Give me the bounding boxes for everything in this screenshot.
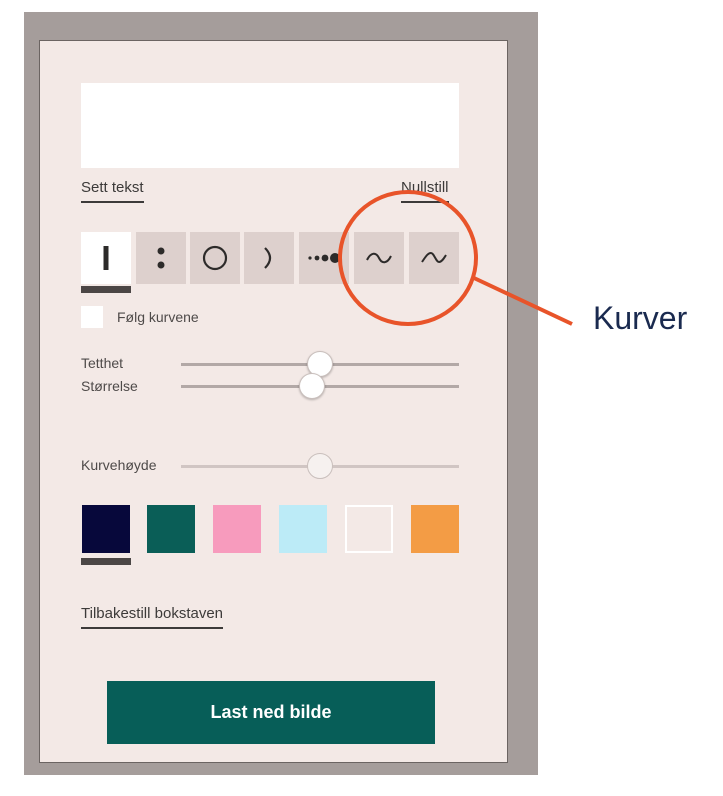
reset-letter-link[interactable]: Tilbakestill bokstaven: [81, 605, 224, 629]
peak-icon: [421, 251, 447, 264]
two-dots-icon: [157, 247, 165, 269]
color-swatch-pink[interactable]: [213, 505, 261, 553]
arc-icon: [264, 247, 272, 269]
tool-arc[interactable]: [244, 232, 294, 284]
set-text-link[interactable]: Sett tekst: [81, 179, 144, 203]
curve-height-slider-thumb[interactable]: [307, 453, 333, 479]
tool-circle[interactable]: [190, 232, 240, 284]
density-label: Tetthet: [81, 355, 124, 371]
reset-link[interactable]: Nullstill: [401, 179, 449, 203]
text-input[interactable]: [81, 83, 459, 168]
tool-graduated-dots[interactable]: [299, 232, 349, 284]
follow-curves-checkbox[interactable]: [81, 306, 103, 328]
annotation-label: Kurver: [593, 300, 688, 336]
color-swatch-light-blue[interactable]: [279, 505, 327, 553]
wave-icon: [366, 252, 392, 264]
tool-peak[interactable]: [409, 232, 459, 284]
color-swatch-orange[interactable]: [411, 505, 459, 553]
curve-height-label: Kurvehøyde: [81, 457, 157, 473]
selected-color-indicator: [81, 558, 131, 565]
tool-wave[interactable]: [354, 232, 404, 284]
color-swatch-blush[interactable]: [345, 505, 393, 553]
selected-tool-indicator: [81, 286, 131, 293]
tool-dots[interactable]: [136, 232, 186, 284]
tool-line[interactable]: [81, 232, 131, 284]
size-label: Størrelse: [81, 378, 138, 394]
follow-curves-label: Følg kurvene: [117, 309, 199, 325]
download-image-button[interactable]: Last ned bilde: [107, 681, 435, 744]
vertical-line-icon: [103, 246, 109, 270]
color-swatch-teal[interactable]: [147, 505, 195, 553]
graduated-dots-icon: [308, 253, 340, 263]
circle-icon: [202, 245, 228, 271]
color-swatch-navy[interactable]: [82, 505, 130, 553]
size-slider-thumb[interactable]: [299, 373, 325, 399]
